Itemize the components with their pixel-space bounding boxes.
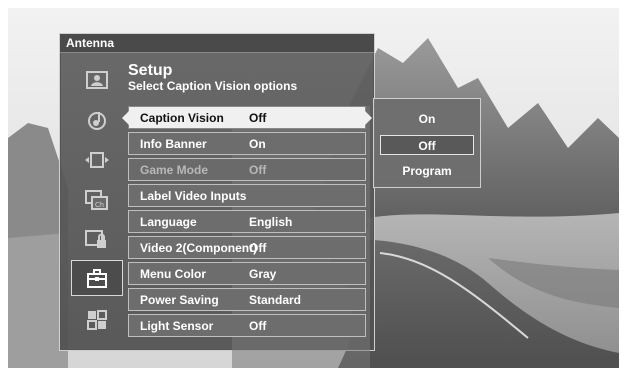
setting-label: Label Video Inputs (140, 189, 247, 203)
setting-row-info-banner[interactable]: Info Banner On (128, 132, 366, 155)
setting-label: Power Saving (140, 293, 219, 307)
parental-lock-icon[interactable] (71, 222, 123, 258)
audio-icon[interactable] (71, 102, 123, 138)
setting-value: Off (249, 241, 267, 255)
setting-label: Info Banner (140, 137, 207, 151)
menu-sidebar: Ch (71, 56, 123, 346)
option-program[interactable]: Program (380, 161, 474, 181)
setting-value: Off (249, 319, 267, 333)
setting-row-label-video-inputs[interactable]: Label Video Inputs (128, 184, 366, 207)
menu-subtitle: Select Caption Vision options (128, 79, 298, 93)
setting-label: Light Sensor (140, 319, 214, 333)
caption-vision-options-popup: On Off Program (373, 98, 481, 188)
setting-row-language[interactable]: Language English (128, 210, 366, 233)
setup-icon[interactable] (71, 260, 123, 296)
setting-value: Off (249, 111, 267, 125)
setting-label: Caption Vision (140, 111, 224, 125)
input-source-header: Antenna (60, 34, 374, 53)
menu-title: Setup (128, 62, 173, 79)
setting-label: Game Mode (140, 163, 209, 177)
picture-icon[interactable] (71, 62, 123, 98)
setting-value: English (249, 215, 293, 229)
setting-row-menu-color[interactable]: Menu Color Gray (128, 262, 366, 285)
setup-menu-panel: Antenna Ch Setup Select Caption Vision o… (59, 33, 375, 368)
input-source-label: Antenna (66, 36, 114, 50)
setting-row-caption-vision[interactable]: Caption Vision Off (122, 106, 372, 129)
option-off[interactable]: Off (380, 135, 474, 155)
setting-label: Language (140, 215, 197, 229)
setting-row-power-saving[interactable]: Power Saving Standard (128, 288, 366, 311)
setting-label: Menu Color (140, 267, 206, 281)
setting-value: Off (249, 163, 267, 177)
setting-value: On (249, 137, 266, 151)
setting-value: Gray (249, 267, 277, 281)
setting-value: Standard (249, 293, 302, 307)
setting-row-light-sensor[interactable]: Light Sensor Off (128, 314, 366, 337)
tv-setup-screen: { "header": {"source": "Antenna"}, "menu… (0, 0, 624, 381)
applications-icon[interactable] (71, 302, 123, 338)
option-on[interactable]: On (380, 109, 474, 129)
channels-icon[interactable]: Ch (71, 182, 123, 218)
svg-text:Ch: Ch (95, 202, 104, 209)
setting-label: Video 2(Component) (140, 241, 258, 255)
setting-row-video-2-component[interactable]: Video 2(Component) Off (128, 236, 366, 259)
setting-row-game-mode: Game Mode Off (128, 158, 366, 181)
screen-size-icon[interactable] (71, 142, 123, 178)
